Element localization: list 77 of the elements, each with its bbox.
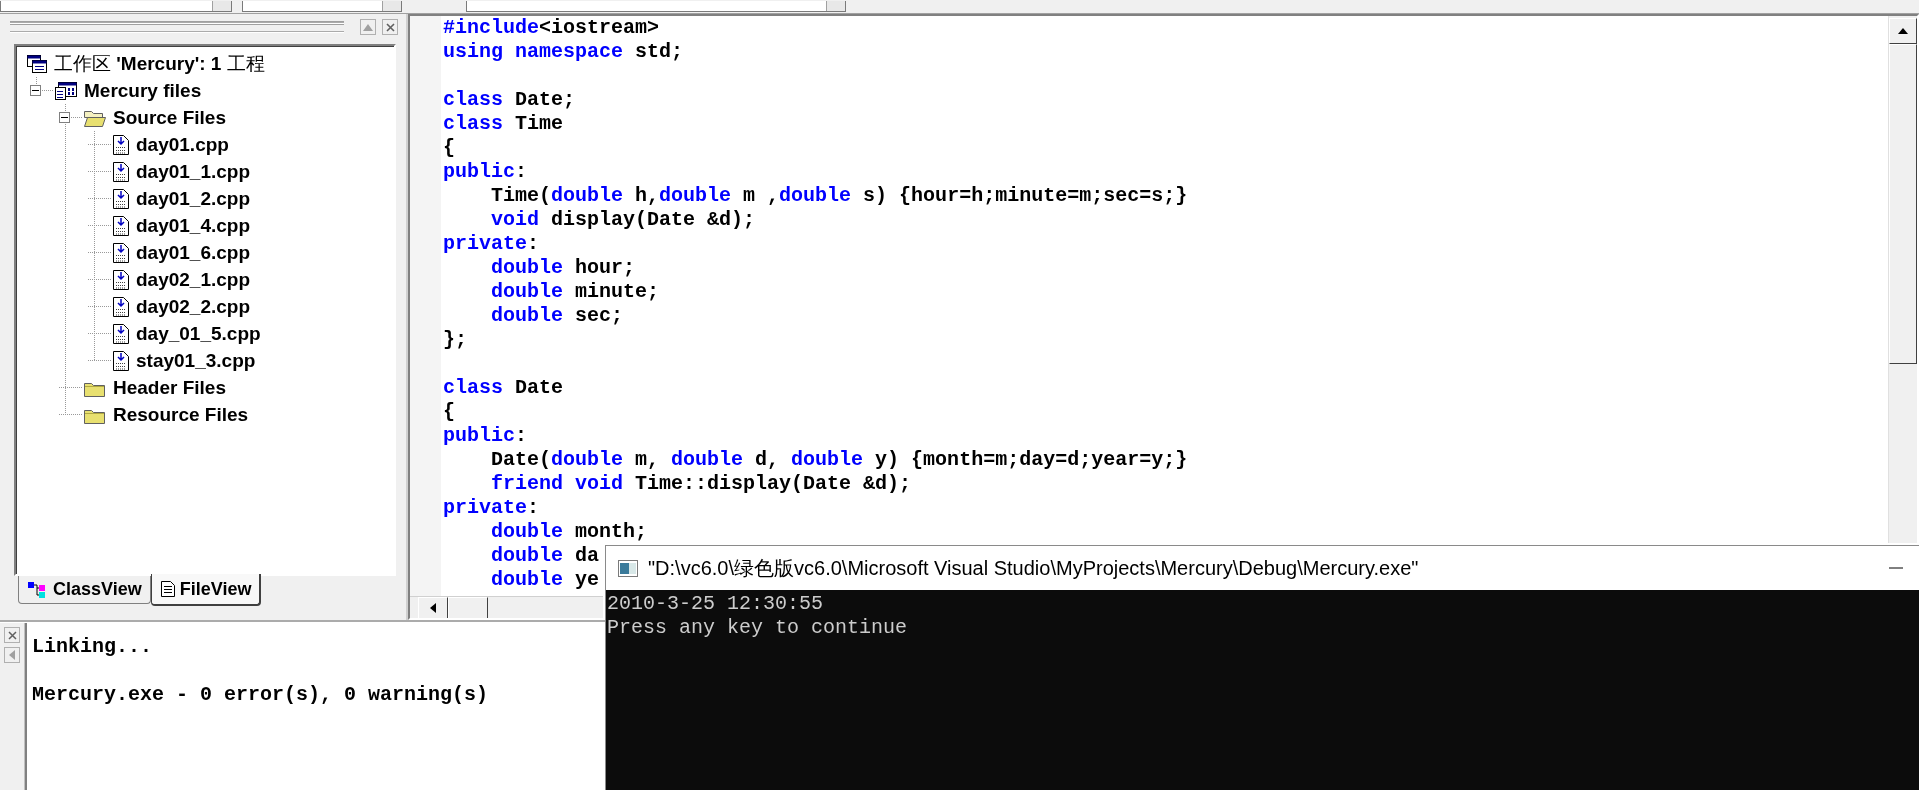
scrollbar-thumb[interactable]: [448, 597, 488, 618]
code-line: public:: [443, 424, 528, 448]
triangle-icon: [363, 23, 373, 31]
document-icon: [112, 241, 130, 264]
code-line: double hour;: [490, 256, 636, 280]
minimize-icon: [1889, 567, 1903, 569]
left-arrow-icon: [9, 650, 15, 660]
stacked-windows-icon: [26, 53, 48, 74]
code-line: {: [443, 136, 455, 160]
document-icon: [112, 322, 130, 345]
tree-item[interactable]: day_01_5.cpp: [136, 322, 261, 345]
code-line: using namespace std;: [443, 40, 684, 64]
code-line: {: [443, 400, 455, 424]
up-arrow-icon: [1898, 28, 1908, 34]
dropdown-field[interactable]: [466, 1, 846, 12]
code-line: double ye: [490, 568, 600, 592]
view-tab[interactable]: ClassView: [18, 576, 151, 604]
tree-item[interactable]: Mercury files: [84, 79, 202, 102]
dropdown-field[interactable]: [242, 1, 402, 12]
scroll-left-button[interactable]: [418, 597, 448, 618]
scroll-up-button[interactable]: [1889, 18, 1917, 44]
tree-item[interactable]: Resource Files: [113, 403, 249, 426]
code-line: void display(Date &d);: [490, 208, 756, 232]
code-line: double sec;: [490, 304, 624, 328]
code-line: private:: [443, 496, 540, 520]
code-line: double da: [490, 544, 600, 568]
code-line: public:: [443, 160, 528, 184]
collapse-toggle[interactable]: [59, 112, 70, 123]
document-icon: [112, 214, 130, 237]
code-line: double minute;: [490, 280, 660, 304]
code-line: #include<iostream>: [443, 16, 660, 40]
console-icon: [618, 559, 638, 577]
tree-item[interactable]: day01_2.cpp: [136, 187, 251, 210]
code-line: private:: [443, 232, 540, 256]
tree-item[interactable]: day02_2.cpp: [136, 295, 251, 318]
tree-item[interactable]: day01_6.cpp: [136, 241, 251, 264]
dropdown-field[interactable]: [0, 1, 232, 12]
document-icon: [112, 187, 130, 210]
document-icon: [112, 295, 130, 318]
left-arrow-icon: [430, 603, 436, 613]
minus-icon: [32, 87, 39, 94]
document-icon: [112, 160, 130, 183]
code-line: class Time: [443, 112, 564, 136]
scrollbar-thumb[interactable]: [1889, 44, 1917, 364]
close-button[interactable]: [382, 19, 398, 35]
document-icon: [159, 580, 176, 598]
document-icon: [112, 268, 130, 291]
window-icon: [54, 80, 78, 101]
view-tab[interactable]: FileView: [150, 574, 262, 606]
window-title: "D:\vc6.0\绿色版vc6.0\Microsoft Visual Studio\MyProjects\Mercury\Debug\Mercury.exe": [648, 555, 1420, 581]
grip-handle[interactable]: [10, 21, 344, 33]
tree-item[interactable]: day01_4.cpp: [136, 214, 251, 237]
collapse-toggle[interactable]: [30, 85, 41, 96]
tree-item[interactable]: day01.cpp: [136, 133, 229, 156]
code-line: class Date;: [443, 88, 576, 112]
output-line: Mercury.exe - 0 error(s), 0 warning(s): [32, 683, 489, 707]
code-line: Time(double h,double m ,double s) {hour=h;minute=m;sec=s;}: [490, 184, 1188, 208]
close-icon: [7, 630, 17, 640]
code-line: };: [443, 328, 467, 352]
console-line: Press any key to continue: [607, 616, 908, 640]
tree-item[interactable]: Header Files: [113, 376, 226, 399]
tree-item[interactable]: 工作区 'Mercury': 1 工程: [54, 50, 265, 77]
code-line: friend void Time::display(Date &d);: [490, 472, 912, 496]
tree-item[interactable]: day02_1.cpp: [136, 268, 251, 291]
close-button[interactable]: [4, 627, 20, 643]
code-line: class Date: [443, 376, 564, 400]
tree-item[interactable]: stay01_3.cpp: [136, 349, 256, 372]
minus-icon: [61, 114, 68, 121]
code-line: Date(double m, double d, double y) {month=m;day=d;year=y;}: [490, 448, 1188, 472]
console-line: 2010-3-25 12:30:55: [607, 592, 824, 616]
document-icon: [112, 349, 130, 372]
tree-item[interactable]: day01_1.cpp: [136, 160, 251, 183]
code-line: double month;: [490, 520, 648, 544]
document-icon: [112, 133, 130, 156]
close-icon: [385, 22, 395, 32]
tree-item[interactable]: Source Files: [113, 106, 226, 129]
output-line: Linking...: [32, 635, 153, 659]
